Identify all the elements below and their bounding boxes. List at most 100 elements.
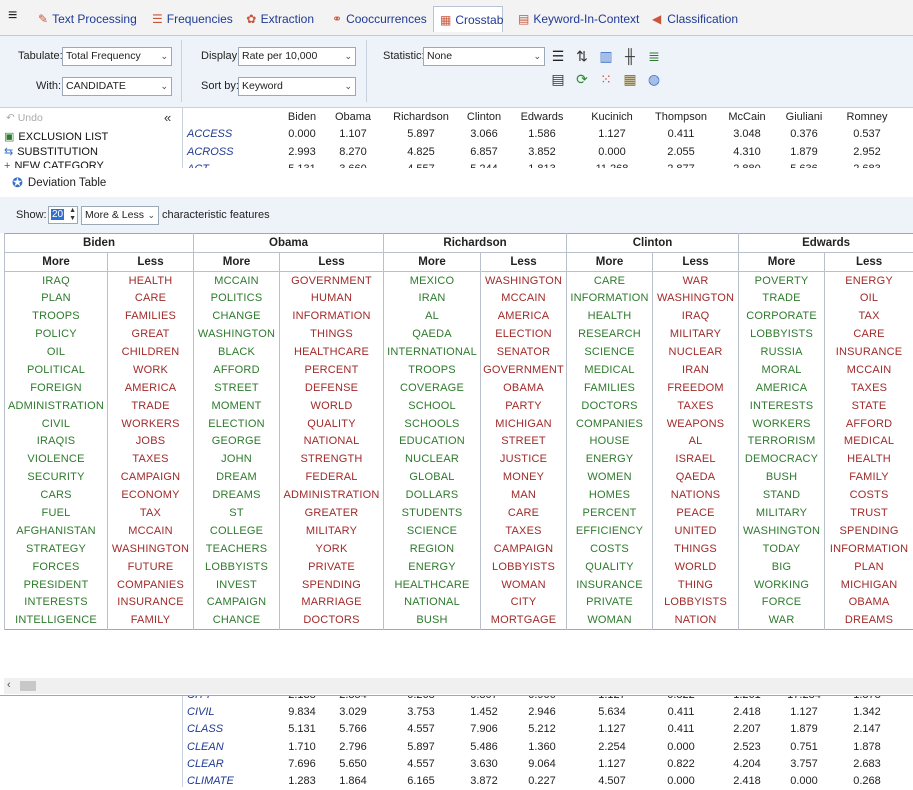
less-feature[interactable]: JOBS <box>108 433 194 451</box>
less-feature[interactable]: TAXES <box>653 397 739 415</box>
crosstab-column-header[interactable]: Biden <box>282 111 322 123</box>
less-feature[interactable]: AMERICA <box>481 307 567 325</box>
more-feature[interactable]: AFGHANISTAN <box>5 522 108 540</box>
less-feature[interactable]: CARE <box>108 289 194 307</box>
more-feature[interactable]: HEALTHCARE <box>384 576 481 594</box>
crosstab-row[interactable]: ACCESS0.0001.1075.8973.0661.5861.1270.41… <box>183 126 913 143</box>
more-feature[interactable]: ELECTION <box>194 415 280 433</box>
less-feature[interactable]: LOBBYISTS <box>481 558 567 576</box>
more-feature[interactable]: COMPANIES <box>567 415 653 433</box>
more-feature[interactable]: SECURITY <box>5 468 108 486</box>
refresh-icon[interactable]: ⟳ <box>574 71 590 87</box>
less-feature[interactable]: INFORMATION <box>280 307 384 325</box>
less-feature[interactable]: GREAT <box>108 325 194 343</box>
more-feature[interactable]: FORCES <box>5 558 108 576</box>
more-feature[interactable]: ST <box>194 504 280 522</box>
less-header[interactable]: Less <box>481 253 567 272</box>
more-feature[interactable]: NATIONAL <box>384 594 481 612</box>
less-feature[interactable]: WORK <box>108 361 194 379</box>
more-feature[interactable]: POLITICAL <box>5 361 108 379</box>
less-feature[interactable]: YORK <box>280 540 384 558</box>
table-icon[interactable]: ▤ <box>550 71 566 87</box>
less-feature[interactable]: SPENDING <box>280 576 384 594</box>
collapse-icon[interactable]: « <box>164 110 171 125</box>
more-feature[interactable]: QAEDA <box>384 325 481 343</box>
crosstab-row[interactable]: CLEAN1.7102.7965.8975.4861.3602.2540.000… <box>183 739 913 756</box>
more-feature[interactable]: WORKERS <box>739 415 825 433</box>
more-feature[interactable]: CHANCE <box>194 611 280 629</box>
more-feature[interactable]: MCCAIN <box>194 272 280 290</box>
tabulate-select[interactable]: Total Frequency⌄ <box>62 47 172 66</box>
less-feature[interactable]: STRENGTH <box>280 450 384 468</box>
more-feature[interactable]: SCHOOLS <box>384 415 481 433</box>
more-feature[interactable]: BUSH <box>384 611 481 629</box>
undo-button[interactable]: ↶ Undo <box>6 112 43 124</box>
more-feature[interactable]: OIL <box>5 343 108 361</box>
more-feature[interactable]: INTERESTS <box>739 397 825 415</box>
more-feature[interactable]: BIG <box>739 558 825 576</box>
tab-classification[interactable]: ◀Classification <box>644 6 744 32</box>
less-feature[interactable]: MILITARY <box>653 325 739 343</box>
less-feature[interactable]: NATIONAL <box>280 433 384 451</box>
crosstab-column-header[interactable]: Kucinich <box>584 111 640 123</box>
more-feature[interactable]: INVEST <box>194 576 280 594</box>
more-feature[interactable]: IRAQ <box>5 272 108 290</box>
less-feature[interactable]: MICHIGAN <box>481 415 567 433</box>
group-header[interactable]: Edwards <box>739 234 913 253</box>
more-feature[interactable]: COSTS <box>567 540 653 558</box>
substitution-item[interactable]: ⇆SUBSTITUTION <box>4 145 98 158</box>
more-feature[interactable]: AL <box>384 307 481 325</box>
more-feature[interactable]: STAND <box>739 486 825 504</box>
more-feature[interactable]: RUSSIA <box>739 343 825 361</box>
less-feature[interactable]: PLAN <box>825 558 913 576</box>
stacked-chart-icon[interactable]: ≣ <box>646 48 662 64</box>
more-header[interactable]: More <box>567 253 653 272</box>
less-feature[interactable]: COMPANIES <box>108 576 194 594</box>
less-feature[interactable]: FAMILIES <box>108 307 194 325</box>
less-feature[interactable]: CITY <box>481 594 567 612</box>
statistic-select[interactable]: None⌄ <box>423 47 545 66</box>
more-feature[interactable]: CARS <box>5 486 108 504</box>
crosstab-row[interactable]: ACROSS2.9938.2704.8256.8573.8520.0002.05… <box>183 144 913 161</box>
less-header[interactable]: Less <box>825 253 913 272</box>
less-feature[interactable]: TRUST <box>825 504 913 522</box>
hamburger-menu-icon[interactable]: ≡ <box>8 9 24 23</box>
more-feature[interactable]: CHANGE <box>194 307 280 325</box>
less-feature[interactable]: OBAMA <box>825 594 913 612</box>
less-feature[interactable]: SPENDING <box>825 522 913 540</box>
less-feature[interactable]: HEALTH <box>108 272 194 290</box>
more-feature[interactable]: HOUSE <box>567 433 653 451</box>
crosstab-row[interactable]: CLEAR7.6965.6504.5573.6309.0641.1270.822… <box>183 756 913 773</box>
less-header[interactable]: Less <box>280 253 384 272</box>
more-feature[interactable]: IRAQIS <box>5 433 108 451</box>
less-feature[interactable]: MCCAIN <box>108 522 194 540</box>
more-feature[interactable]: PRESIDENT <box>5 576 108 594</box>
crosstab-row[interactable]: CLIMATE1.2831.8646.1653.8720.2274.5070.0… <box>183 773 913 790</box>
less-feature[interactable]: UNITED <box>653 522 739 540</box>
group-header[interactable]: Clinton <box>567 234 739 253</box>
more-feature[interactable]: TROOPS <box>5 307 108 325</box>
more-feature[interactable]: CAMPAIGN <box>194 594 280 612</box>
scatter-icon[interactable]: ⁙ <box>598 71 614 87</box>
more-feature[interactable]: MOMENT <box>194 397 280 415</box>
less-feature[interactable]: ELECTION <box>481 325 567 343</box>
more-feature[interactable]: EDUCATION <box>384 433 481 451</box>
more-feature[interactable]: STRATEGY <box>5 540 108 558</box>
less-feature[interactable]: PERCENT <box>280 361 384 379</box>
more-feature[interactable]: CORPORATE <box>739 307 825 325</box>
more-feature[interactable]: DOCTORS <box>567 397 653 415</box>
more-feature[interactable]: FUEL <box>5 504 108 522</box>
less-feature[interactable]: CARE <box>825 325 913 343</box>
more-feature[interactable]: SCIENCE <box>384 522 481 540</box>
more-feature[interactable]: WOMAN <box>567 611 653 629</box>
less-feature[interactable]: TAX <box>825 307 913 325</box>
sort-icon[interactable]: ⇅ <box>574 48 590 64</box>
crosstab-column-header[interactable]: Clinton <box>462 111 506 123</box>
crosstab-column-header[interactable]: Edwards <box>516 111 568 123</box>
more-feature[interactable]: SCIENCE <box>567 343 653 361</box>
less-feature[interactable]: OBAMA <box>481 379 567 397</box>
less-feature[interactable]: COSTS <box>825 486 913 504</box>
more-feature[interactable]: PLAN <box>5 289 108 307</box>
more-feature[interactable]: NUCLEAR <box>384 450 481 468</box>
more-feature[interactable]: FAMILIES <box>567 379 653 397</box>
